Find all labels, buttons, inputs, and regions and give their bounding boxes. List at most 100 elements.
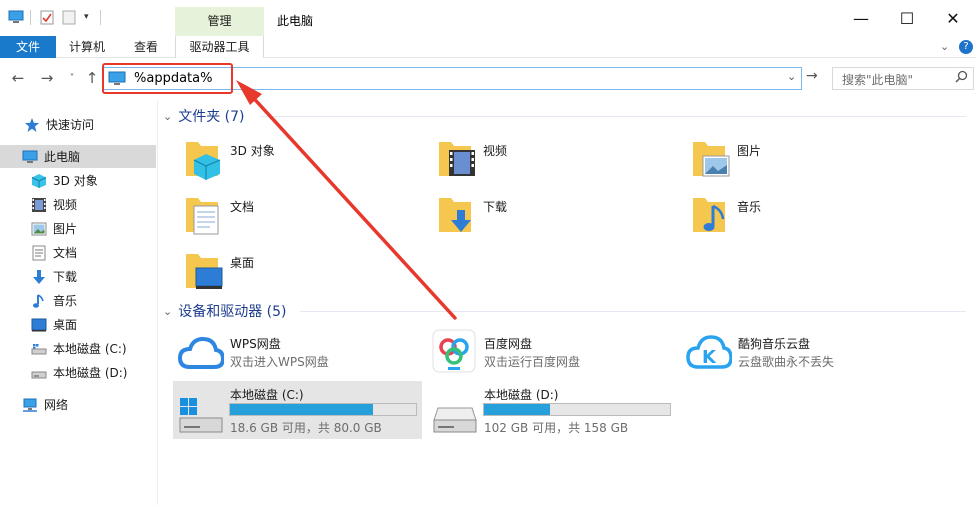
sidebar-item-3d-objects[interactable]: 3D 对象 [0, 169, 156, 192]
sidebar-item-label: 文档 [53, 246, 78, 260]
sidebar-item-label: 图片 [53, 222, 78, 236]
close-button[interactable]: ✕ [930, 0, 976, 36]
picture-icon [691, 136, 731, 180]
download-icon [31, 269, 47, 285]
sidebar-item-this-pc[interactable]: 此电脑 [0, 145, 156, 168]
device-wps-netdisk[interactable]: WPS网盘 双击进入WPS网盘 [177, 333, 428, 385]
folder-downloads[interactable]: 下载 [437, 192, 677, 244]
device-name: 百度网盘 [484, 337, 533, 351]
folder-label: 图片 [737, 144, 762, 158]
drive-c-usage-bar [229, 403, 417, 416]
arrow-right-icon: → [40, 69, 54, 87]
back-button[interactable]: ← [8, 68, 28, 88]
group-header-devices[interactable]: ⌄ 设备和驱动器 (5) [163, 301, 287, 321]
recent-locations-button[interactable]: ˅ [62, 68, 82, 88]
group-header-folders[interactable]: ⌄ 文件夹 (7) [163, 106, 245, 126]
up-button[interactable]: ↑ [82, 68, 102, 88]
device-description: 云盘歌曲永不丢失 [738, 355, 835, 369]
folder-label: 3D 对象 [230, 144, 275, 158]
group-title: 文件夹 (7) [178, 109, 245, 125]
minimize-icon: — [853, 8, 869, 28]
divider [30, 10, 31, 25]
drive-icon [31, 341, 47, 357]
device-kugou-cloud[interactable]: K 酷狗音乐云盘 云盘歌曲永不丢失 [686, 333, 936, 385]
device-name: 酷狗音乐云盘 [738, 337, 811, 351]
desktop-icon [184, 248, 224, 292]
sidebar-item-videos[interactable]: 视频 [0, 193, 156, 216]
group-divider [300, 311, 966, 312]
sidebar-item-pictures[interactable]: 图片 [0, 217, 156, 240]
computer-icon [22, 149, 38, 165]
ribbon-expand-icon[interactable]: ⌄ [940, 40, 949, 53]
folder-3d-objects[interactable]: 3D 对象 [184, 136, 424, 188]
arrow-left-icon: ← [11, 69, 25, 87]
windows-drive-icon [178, 396, 224, 437]
baidu-netdisk-icon [432, 329, 476, 376]
chevron-down-icon: ˅ [69, 72, 75, 84]
sidebar-item-label: 本地磁盘 (C:) [53, 342, 127, 356]
window-title: 此电脑 [277, 14, 314, 28]
search-icon [955, 70, 968, 86]
sidebar-item-label: 下载 [53, 270, 78, 284]
chevron-down-icon: ⌄ [163, 304, 173, 318]
drive-name: 本地磁盘 (C:) [230, 388, 304, 402]
cloud-icon [177, 333, 226, 376]
minimize-button[interactable]: — [838, 0, 884, 36]
sidebar-item-drive-d[interactable]: 本地磁盘 (D:) [0, 361, 156, 384]
tab-drive-tools[interactable]: 驱动器工具 [175, 36, 264, 58]
sidebar-item-documents[interactable]: 文档 [0, 241, 156, 264]
tab-file[interactable]: 文件 [0, 36, 56, 58]
folder-pictures[interactable]: 图片 [691, 136, 931, 188]
device-name: WPS网盘 [230, 337, 281, 351]
properties-icon[interactable] [40, 10, 56, 25]
device-description: 双击运行百度网盘 [484, 355, 581, 369]
sidebar-item-music[interactable]: 音乐 [0, 289, 156, 312]
folder-label: 下载 [483, 200, 508, 214]
drive-name: 本地磁盘 (D:) [484, 388, 559, 402]
sidebar-item-network[interactable]: 网络 [0, 393, 156, 416]
sidebar-item-label: 快速访问 [46, 118, 95, 132]
sidebar-item-downloads[interactable]: 下载 [0, 265, 156, 288]
device-baidu-netdisk[interactable]: 百度网盘 双击运行百度网盘 [432, 329, 682, 385]
folder-desktop[interactable]: 桌面 [184, 248, 424, 300]
sidebar-item-label: 3D 对象 [53, 174, 98, 188]
tab-manage[interactable]: 管理 [175, 7, 264, 36]
star-icon [24, 117, 40, 133]
group-title: 设备和驱动器 (5) [178, 304, 287, 320]
maximize-button[interactable]: ☐ [884, 0, 930, 36]
refresh-button[interactable]: → [806, 68, 818, 84]
new-folder-icon[interactable] [62, 10, 78, 25]
search-input[interactable]: 搜索"此电脑" [842, 71, 913, 88]
sidebar-item-drive-c[interactable]: 本地磁盘 (C:) [0, 337, 156, 360]
computer-icon[interactable] [8, 10, 24, 24]
drive-free-space: 18.6 GB 可用，共 80.0 GB [230, 421, 382, 435]
close-icon: ✕ [946, 8, 960, 28]
folder-videos[interactable]: 视频 [437, 136, 677, 188]
maximize-icon: ☐ [899, 8, 915, 28]
group-divider [260, 116, 966, 117]
sidebar-item-desktop[interactable]: 桌面 [0, 313, 156, 336]
cube-icon [31, 173, 47, 189]
folder-music[interactable]: 音乐 [691, 192, 931, 244]
tab-computer[interactable]: 计算机 [69, 36, 105, 58]
forward-button[interactable]: → [37, 68, 57, 88]
tab-view[interactable]: 查看 [134, 36, 158, 58]
drive-d-usage-fill [484, 404, 550, 415]
sidebar-item-label: 视频 [53, 198, 78, 212]
download-icon [437, 192, 477, 236]
folder-documents[interactable]: 文档 [184, 192, 424, 244]
drive-icon [432, 400, 478, 437]
drive-d-usage-bar [483, 403, 671, 416]
sidebar-item-quick-access[interactable]: 快速访问 [0, 113, 156, 136]
customize-toolbar-icon[interactable]: ▾ [84, 12, 89, 22]
device-description: 双击进入WPS网盘 [230, 355, 329, 369]
folder-label: 文档 [230, 200, 255, 214]
drive-free-space: 102 GB 可用，共 158 GB [484, 421, 629, 435]
chevron-down-icon: ⌄ [163, 109, 173, 123]
svg-text:K: K [702, 347, 717, 368]
sidebar-item-label: 桌面 [53, 318, 78, 332]
folder-label: 桌面 [230, 256, 255, 270]
address-dropdown-icon[interactable]: ⌄ [787, 70, 796, 83]
go-arrow-icon: → [806, 68, 818, 84]
help-icon[interactable]: ? [959, 40, 973, 54]
